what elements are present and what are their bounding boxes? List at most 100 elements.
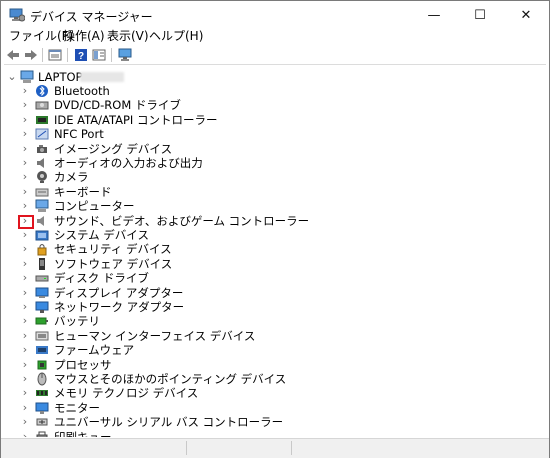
expand-icon[interactable]: › bbox=[20, 142, 30, 156]
monitor-icon[interactable] bbox=[117, 47, 133, 63]
tree-item[interactable]: › ネットワーク アダプター bbox=[4, 300, 544, 314]
expand-icon[interactable]: › bbox=[20, 372, 30, 386]
tree-item[interactable]: › マウスとそのほかのポインティング デバイス bbox=[4, 372, 544, 386]
tree-item-label: IDE ATA/ATAPI コントローラー bbox=[54, 112, 218, 127]
tree-item[interactable]: › ディスク ドライブ bbox=[4, 271, 544, 285]
collapse-icon[interactable]: ⌄ bbox=[7, 70, 17, 84]
tree-item[interactable]: › ソフトウェア デバイス bbox=[4, 257, 544, 271]
expand-icon[interactable]: › bbox=[20, 386, 30, 400]
device-manager-icon bbox=[9, 8, 25, 22]
firmware-icon bbox=[36, 346, 48, 355]
system-devices-icon bbox=[35, 230, 49, 241]
expand-icon[interactable]: › bbox=[20, 343, 30, 357]
toolbar-separator bbox=[42, 48, 43, 62]
audio-icon bbox=[37, 158, 44, 168]
tree-item-label: サウンド、ビデオ、およびゲーム コントローラー bbox=[54, 213, 310, 228]
properties-icon[interactable] bbox=[47, 47, 63, 63]
back-icon[interactable] bbox=[5, 47, 21, 63]
tree-item-label: Bluetooth bbox=[54, 84, 110, 98]
tree-item[interactable]: › サウンド、ビデオ、およびゲーム コントローラー bbox=[4, 214, 544, 228]
expand-icon[interactable]: › bbox=[20, 156, 30, 170]
tree-item-label: ディスク ドライブ bbox=[54, 271, 149, 286]
tree-root[interactable]: ⌄ LAPTOP- bbox=[4, 70, 544, 84]
tree-item[interactable]: › ディスプレイ アダプター bbox=[4, 286, 544, 300]
tree-item[interactable]: › システム デバイス bbox=[4, 228, 544, 242]
menu-bar: ファイル(F) 操作(A) 表示(V) ヘルプ(H) bbox=[1, 25, 549, 45]
tree-item[interactable]: › ユニバーサル シリアル バス コントローラー bbox=[4, 415, 544, 429]
tree-item-label: ネットワーク アダプター bbox=[54, 300, 185, 314]
tree-item[interactable]: › オーディオの入力および出力 bbox=[4, 156, 544, 170]
expand-icon[interactable]: › bbox=[20, 185, 30, 199]
tree-item[interactable]: › プロセッサ bbox=[4, 358, 544, 372]
svg-text:?: ? bbox=[78, 51, 84, 62]
expand-icon[interactable]: › bbox=[20, 84, 30, 98]
tree-item[interactable]: › カメラ bbox=[4, 170, 544, 184]
tree-item[interactable]: › モニター bbox=[4, 401, 544, 415]
computer-icon bbox=[35, 199, 49, 213]
tree-item[interactable]: › セキュリティ デバイス bbox=[4, 242, 544, 256]
ide-controller-icon bbox=[36, 115, 48, 124]
expand-icon[interactable]: › bbox=[20, 170, 30, 184]
expand-icon[interactable]: › bbox=[20, 314, 30, 328]
memory-icon bbox=[36, 390, 48, 397]
expand-icon[interactable]: › bbox=[20, 300, 30, 314]
security-icon bbox=[37, 244, 47, 256]
print-queue-icon bbox=[36, 431, 48, 437]
tree-item-label: コンピューター bbox=[54, 199, 135, 214]
device-tree: ⌄ LAPTOP- › Bluetooth › DVD/CD-ROM ドライブ › IDE… bbox=[4, 64, 546, 437]
nfc-icon bbox=[35, 128, 49, 140]
expand-icon[interactable]: › bbox=[20, 199, 30, 213]
tree-item-label: システム デバイス bbox=[54, 228, 149, 242]
show-hide-icon[interactable] bbox=[91, 47, 107, 63]
toolbar: ? bbox=[1, 45, 549, 65]
display-adapter-icon bbox=[35, 287, 49, 298]
expand-icon[interactable]: › bbox=[20, 286, 30, 300]
expand-icon[interactable]: › bbox=[20, 113, 30, 127]
expand-icon[interactable]: › bbox=[20, 430, 30, 437]
tree-item[interactable]: › キーボード bbox=[4, 185, 544, 199]
tree-item[interactable]: › Bluetooth bbox=[4, 84, 544, 98]
tree-item[interactable]: › イメージング デバイス bbox=[4, 142, 544, 156]
tree-item-label: マウスとそのほかのポインティング デバイス bbox=[54, 372, 287, 386]
tree-item-label: ヒューマン インターフェイス デバイス bbox=[54, 328, 256, 343]
tree-item-label: DVD/CD-ROM ドライブ bbox=[54, 98, 181, 113]
expand-icon[interactable]: › bbox=[20, 401, 30, 415]
hid-icon bbox=[35, 331, 49, 341]
menu-help[interactable]: ヘルプ(H) bbox=[149, 27, 203, 44]
expand-icon[interactable]: › bbox=[20, 358, 30, 372]
expand-icon[interactable]: › bbox=[20, 257, 30, 271]
expand-icon[interactable]: › bbox=[20, 98, 30, 112]
tree-item[interactable]: › バッテリ bbox=[4, 314, 544, 328]
tree-item[interactable]: › ヒューマン インターフェイス デバイス bbox=[4, 329, 544, 343]
processor-icon bbox=[37, 360, 47, 370]
expand-icon[interactable]: › bbox=[20, 127, 30, 141]
tree-item-label: ファームウェア bbox=[54, 343, 135, 358]
tree-item[interactable]: › コンピューター bbox=[4, 199, 544, 213]
tree-item[interactable]: › ファームウェア bbox=[4, 343, 544, 357]
expand-icon[interactable]: › bbox=[20, 271, 30, 285]
tree-item[interactable]: › IDE ATA/ATAPI コントローラー bbox=[4, 113, 544, 127]
monitor-icon bbox=[35, 402, 49, 414]
sound-icon bbox=[37, 215, 44, 226]
expand-icon[interactable]: › bbox=[20, 228, 30, 242]
expand-icon[interactable]: › bbox=[20, 242, 30, 256]
tree-item-label: カメラ bbox=[54, 170, 89, 185]
menu-view[interactable]: 表示(V) bbox=[107, 27, 149, 44]
tree-item-label: セキュリティ デバイス bbox=[54, 242, 172, 257]
software-device-icon bbox=[39, 257, 45, 270]
forward-icon[interactable] bbox=[23, 47, 39, 63]
expand-icon[interactable]: › bbox=[20, 415, 30, 429]
tree-item[interactable]: › 印刷キュー bbox=[4, 430, 544, 437]
toolbar-separator bbox=[111, 48, 112, 62]
tree-item[interactable]: › NFC Port bbox=[4, 127, 544, 141]
expand-icon[interactable]: › bbox=[20, 329, 30, 343]
tree-item[interactable]: › メモリ テクノロジ デバイス bbox=[4, 386, 544, 400]
dvd-drive-icon bbox=[35, 101, 49, 110]
tree-item[interactable]: › DVD/CD-ROM ドライブ bbox=[4, 98, 544, 112]
highlight-marker bbox=[18, 215, 34, 229]
computer-root-icon bbox=[20, 70, 34, 83]
menu-action[interactable]: 操作(A) bbox=[63, 27, 105, 44]
help-icon[interactable]: ? bbox=[73, 47, 89, 63]
tree-item-label: ソフトウェア デバイス bbox=[54, 256, 173, 271]
tree-item-label: キーボード bbox=[54, 184, 112, 199]
